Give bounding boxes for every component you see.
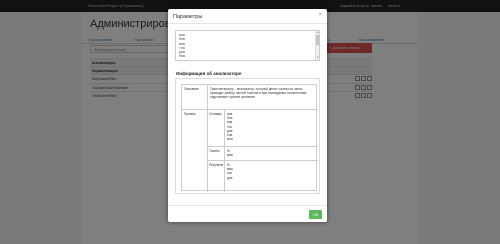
analyzer-info-panel: Описание Транслитератор - анализатор, ко… <box>175 78 320 194</box>
analyzer-info-heading: Информация об анализаторе <box>176 71 242 76</box>
tokens-label: Токены <box>209 149 220 153</box>
result-label: Результат <box>209 163 224 167</box>
result-values: бг вма гна дна <box>227 163 233 180</box>
result-value: гна <box>227 171 232 176</box>
table-divider <box>207 85 208 192</box>
table-divider <box>207 146 318 147</box>
modal-footer: OK <box>168 205 327 222</box>
dictionary-value: жна <box>227 137 233 142</box>
code-line: ена <box>179 54 185 59</box>
token-value: вма <box>227 153 233 158</box>
ok-button[interactable]: OK <box>309 210 322 219</box>
textarea-scrollbar[interactable]: ▲ ▼ <box>315 31 319 60</box>
parameters-textarea[interactable]: ана бна вна гна дна ена ▲ ▼ <box>175 30 320 61</box>
dictionary-values: ана бна вна гна дна ена жна <box>227 112 233 141</box>
dictionary-label: Словарь <box>209 112 222 116</box>
scroll-down-icon[interactable]: ▼ <box>317 56 319 60</box>
table-divider <box>224 109 225 192</box>
modal-header: Параметры × <box>168 9 327 24</box>
table-divider <box>182 109 318 110</box>
table-divider <box>207 160 318 161</box>
description-text: Транслитератор - анализатор, который дел… <box>210 87 307 100</box>
dictionary-value: вна <box>227 120 233 125</box>
parameters-modal: Параметры × ана бна вна гна дна ена ▲ ▼ … <box>168 9 327 222</box>
tokens-values: бг вма <box>227 149 233 157</box>
close-icon[interactable]: × <box>318 12 322 18</box>
analyzer-info-table: Описание Транслитератор - анализатор, ко… <box>181 84 318 192</box>
result-value: дна <box>227 175 233 180</box>
example-label: Пример <box>184 112 196 116</box>
scroll-thumb[interactable] <box>315 35 319 45</box>
description-label: Описание <box>184 87 199 91</box>
modal-title: Параметры <box>173 13 203 20</box>
